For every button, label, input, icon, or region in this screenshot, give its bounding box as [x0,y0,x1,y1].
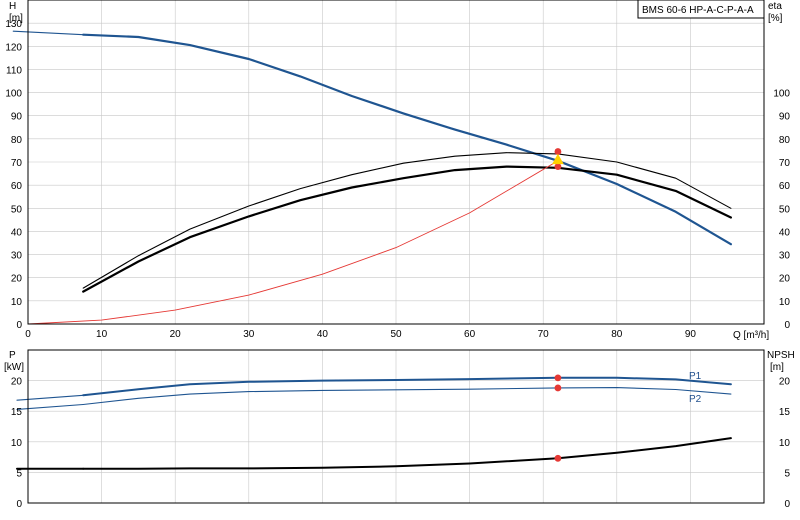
y-tick-label-left: 15 [11,407,23,418]
pump-performance-chart: 0102030405060708090100110120130010203040… [0,0,800,520]
y-tick-label-right: 80 [779,135,791,146]
y-tick-label-right: 40 [779,227,791,238]
y-tick-label-right: 5 [784,468,790,479]
y-tick-label-left: 10 [11,438,23,449]
x-tick-label: 60 [464,329,476,340]
flow-axis-label: Q [m³/h] [733,330,769,341]
series-label-p1: P1 [689,371,702,382]
duty-point [554,454,562,462]
y-tick-label-right: 10 [779,297,791,308]
x-tick-label: 10 [96,329,108,340]
x-tick-label: 80 [611,329,623,340]
y-tick-label-right: 20 [779,274,791,285]
y-tick-label-left: 0 [16,320,22,331]
model-label: BMS 60-6 HP-A-C-P-A-A [642,5,754,16]
y-tick-label-left: 90 [11,112,23,123]
y-tick-label-right: 15 [779,407,791,418]
x-tick-label: 20 [170,329,182,340]
x-tick-label: 40 [317,329,329,340]
duty-point [554,163,562,171]
y-tick-label-right: 30 [779,251,791,262]
eta-axis-label-symbol: eta [768,1,782,12]
y-tick-label-right: 50 [779,204,791,215]
y-tick-label-left: 80 [11,135,23,146]
y-tick-label-left: 5 [16,468,22,479]
y-tick-label-left: 30 [11,251,23,262]
head-axis-label-unit: [m] [9,13,23,24]
npsh-axis-label-symbol: NPSH [767,350,795,361]
y-tick-label-left: 110 [6,65,22,76]
y-tick-label-right: 20 [779,377,791,388]
y-tick-label-left: 50 [11,204,23,215]
series-label-p2: P2 [689,394,702,405]
y-tick-label-left: 0 [16,499,22,510]
y-tick-label-right: 10 [779,438,791,449]
y-tick-label-right: 0 [784,320,790,331]
y-tick-label-right: 70 [779,158,791,169]
y-tick-label-left: 20 [11,274,23,285]
duty-point [554,384,562,392]
y-tick-label-right: 90 [779,112,791,123]
x-tick-label: 50 [390,329,402,340]
x-tick-label: 90 [685,329,697,340]
y-tick-label-left: 120 [5,42,22,53]
head-axis-label-symbol: H [9,1,16,12]
x-tick-label: 0 [25,329,31,340]
power-axis-label-unit: [kW] [4,362,24,373]
duty-point [554,374,562,382]
x-tick-label: 70 [538,329,550,340]
y-tick-label-left: 40 [11,227,23,238]
y-tick-label-right: 100 [773,89,790,100]
y-tick-label-left: 10 [11,297,23,308]
y-tick-label-right: 60 [779,181,791,192]
npsh-axis-label-unit: [m] [770,362,784,373]
power-axis-label-symbol: P [9,350,16,361]
eta-axis-label-unit: [%] [768,13,783,24]
y-tick-label-right: 0 [784,499,790,510]
x-tick-label: 30 [243,329,255,340]
y-tick-label-left: 20 [11,377,23,388]
y-tick-label-left: 100 [5,89,22,100]
y-tick-label-left: 60 [11,181,23,192]
y-tick-label-left: 70 [11,158,23,169]
